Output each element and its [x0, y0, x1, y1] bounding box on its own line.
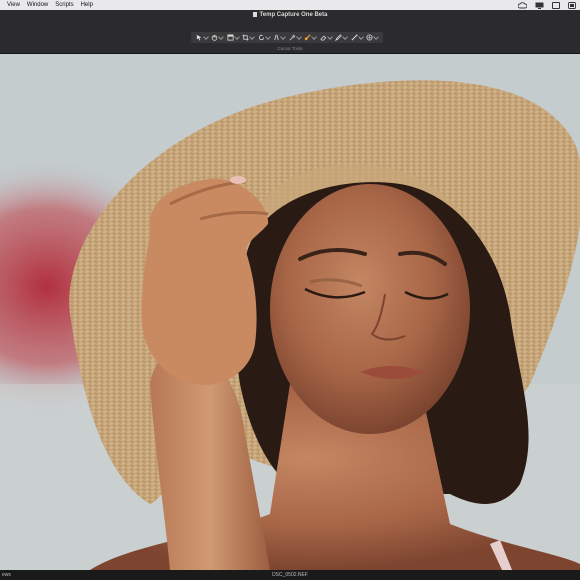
crop-tool[interactable] [242, 33, 256, 41]
display-icon[interactable] [535, 2, 544, 9]
cursor-tools-bar [191, 32, 383, 43]
rotate-tool-icon [258, 34, 264, 41]
battery-icon[interactable] [552, 1, 560, 9]
pen-tool[interactable] [351, 33, 364, 41]
draw-mask-tool[interactable] [335, 33, 349, 41]
menu-scripts[interactable]: Scripts [55, 0, 73, 10]
chevron-down-icon [373, 33, 380, 40]
window-title-text: Temp Capture One Beta [259, 12, 328, 18]
menu-help[interactable]: Help [81, 0, 93, 10]
chevron-down-icon [295, 33, 302, 40]
loupe-tool-icon [227, 34, 234, 41]
menu-window[interactable]: Window [27, 0, 48, 10]
rotate-tool[interactable] [258, 33, 271, 41]
annotate-tool-icon [366, 34, 373, 41]
system-menu-bar: View Window Scripts Help [0, 0, 580, 10]
chevron-down-icon [249, 33, 256, 40]
chevron-down-icon [326, 33, 333, 40]
draw-mask-icon [335, 34, 342, 41]
eraser-tool-icon [320, 35, 326, 41]
pointer-tool[interactable] [196, 33, 209, 41]
pan-tool-icon [211, 35, 218, 41]
chevron-down-icon [233, 33, 240, 40]
viewer-bottom-bar: ews DSC_0502.NEF [0, 570, 580, 580]
annotate-tool[interactable] [366, 33, 380, 41]
brush-tool-icon [305, 34, 311, 41]
chevron-down-icon [218, 33, 225, 40]
pointer-tool-icon [196, 34, 201, 41]
pan-tool[interactable] [211, 33, 225, 41]
photo-preview [0, 54, 580, 570]
creative-cloud-icon[interactable] [518, 1, 527, 9]
control-center-icon[interactable] [568, 1, 576, 9]
picker-tool-icon [289, 34, 296, 41]
cursor-tools-label: Cursor Tools [277, 46, 303, 51]
image-viewer[interactable] [0, 54, 580, 570]
eraser-tool[interactable] [320, 33, 333, 41]
chevron-down-icon [357, 33, 364, 40]
keystone-tool[interactable] [273, 33, 287, 41]
picker-tool[interactable] [289, 33, 302, 41]
chevron-down-icon [311, 33, 318, 40]
keystone-tool-icon [274, 34, 279, 41]
window-title: Temp Capture One Beta [0, 12, 580, 18]
app-titlebar: Temp Capture One Beta Cursor Tools [0, 10, 580, 54]
image-filename: DSC_0502.NEF [272, 572, 308, 578]
document-icon [252, 12, 257, 17]
status-icons [518, 0, 576, 10]
chevron-down-icon [264, 33, 271, 40]
crop-tool-icon [242, 34, 249, 41]
chevron-down-icon [342, 33, 349, 40]
loupe-tool[interactable] [227, 33, 240, 41]
chevron-down-icon [280, 33, 287, 40]
brush-tool[interactable] [304, 33, 318, 41]
menu-view[interactable]: View [7, 0, 20, 10]
pen-tool-icon [351, 34, 358, 41]
chevron-down-icon [202, 33, 209, 40]
